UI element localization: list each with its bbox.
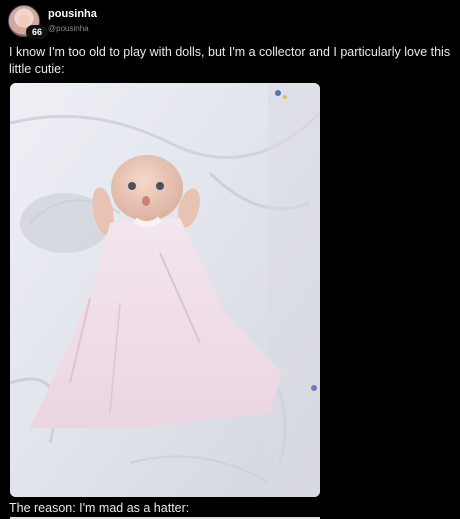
level-badge: 66 xyxy=(26,25,48,39)
post-header: 66 pousinha @pousinha xyxy=(8,5,308,39)
user-handle[interactable]: @pousinha xyxy=(48,24,89,33)
display-name[interactable]: pousinha xyxy=(48,8,97,20)
doll-photo xyxy=(10,83,320,497)
post-text: I know I'm too old to play with dolls, b… xyxy=(9,45,451,76)
post-text-second: The reason: I'm mad as a hatter: xyxy=(9,501,190,515)
post-card: 66 pousinha @pousinha I know I'm too old… xyxy=(0,0,460,519)
post-image[interactable] xyxy=(10,83,320,497)
